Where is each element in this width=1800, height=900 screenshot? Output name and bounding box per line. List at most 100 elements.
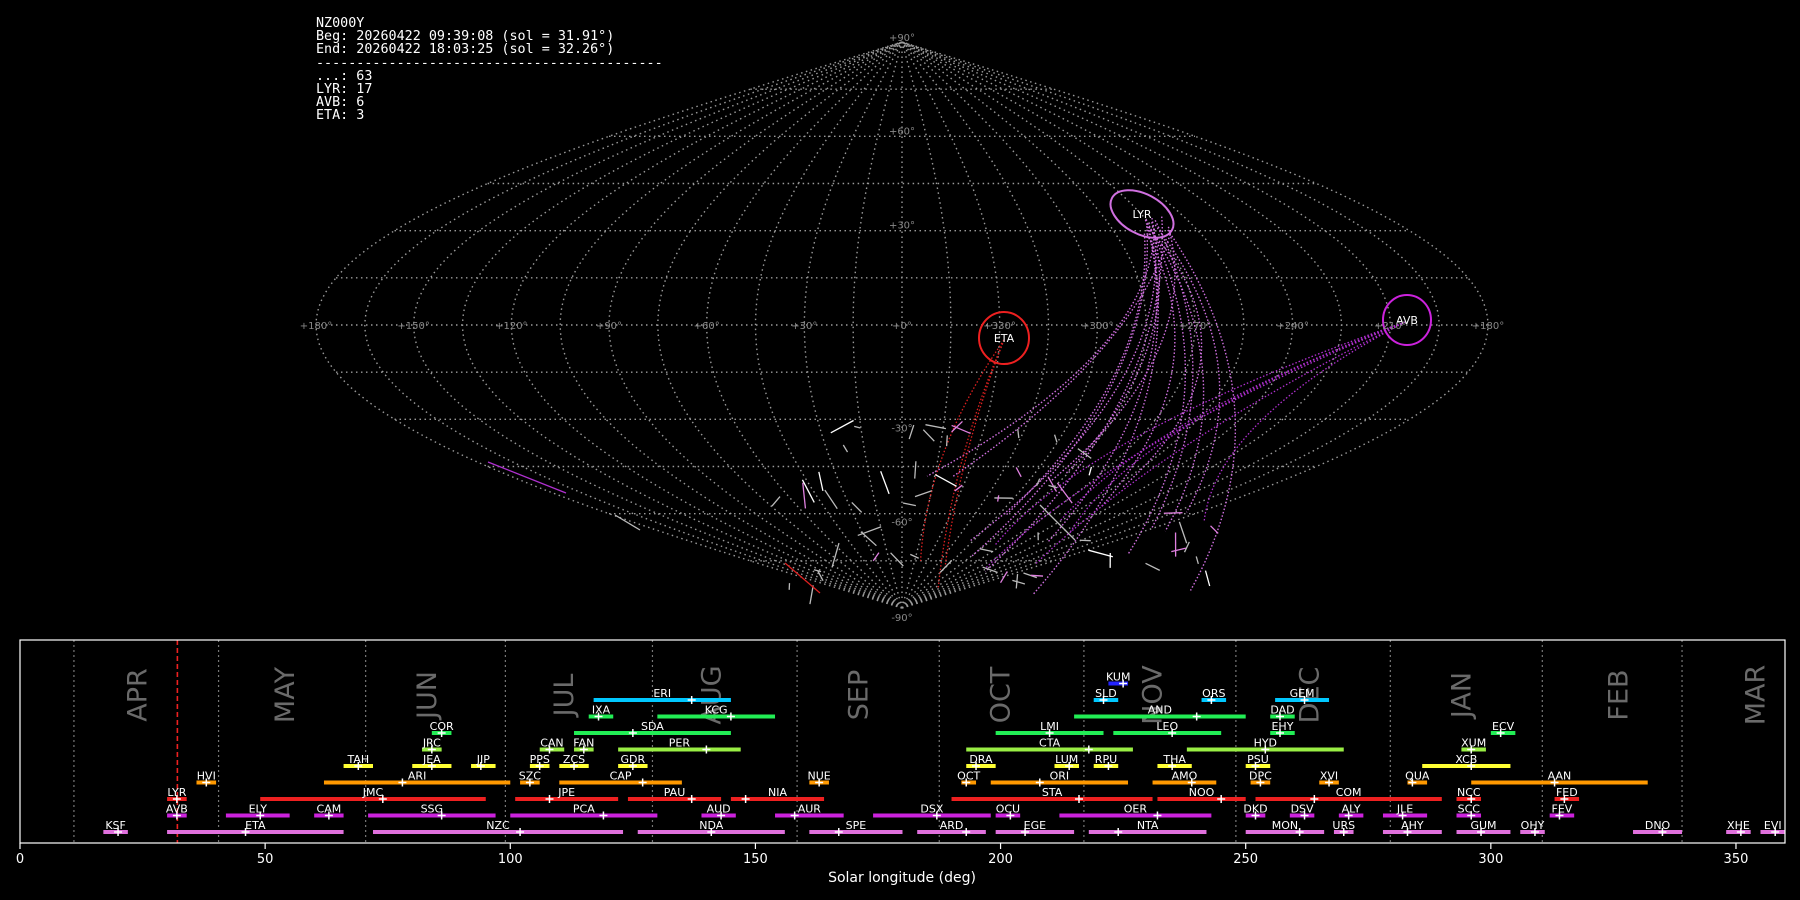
shower-label: OER — [1124, 803, 1148, 816]
sporadic-meteor — [818, 471, 824, 492]
shower-amo: AMO — [1152, 770, 1217, 787]
shower-dsx: DSX — [873, 803, 991, 820]
x-tick-label: 200 — [988, 852, 1013, 867]
x-tick-label: 150 — [743, 852, 768, 867]
shower-mon: MON — [1245, 819, 1325, 836]
shower-label: JEA — [422, 753, 441, 766]
shower-gum: GUM — [1456, 819, 1511, 836]
shower-cta: CTA — [966, 737, 1133, 754]
shower-jpe: JPE — [515, 786, 619, 803]
shower-ksf: KSF — [103, 819, 128, 836]
shower-label: FED — [1556, 786, 1578, 799]
shower-label: HYD — [1254, 737, 1277, 750]
shower-kum: KUM — [1106, 671, 1130, 688]
shower-nia: NIA — [730, 786, 825, 803]
month-label: MAR — [1741, 665, 1772, 726]
meteor-trail — [1032, 223, 1159, 595]
shower-label: LEO — [1156, 720, 1178, 733]
sporadic-meteor — [771, 496, 781, 507]
month-label: JUL — [549, 674, 580, 719]
shower-label: PSU — [1247, 753, 1269, 766]
shower-leo: LEO — [1113, 720, 1222, 737]
shower-ecv: ECV — [1490, 720, 1516, 737]
shower-label: TAH — [346, 753, 369, 766]
shower-ohy: OHY — [1520, 819, 1545, 836]
shower-lyr: LYR — [167, 786, 187, 803]
shower-label: DSX — [920, 803, 943, 816]
shower-label: QUA — [1405, 770, 1430, 783]
sporadic-meteor — [1030, 574, 1044, 577]
sporadic-meteor — [1183, 541, 1190, 553]
shower-label: DKD — [1243, 803, 1267, 816]
shower-label: JIP — [476, 753, 490, 766]
sporadic-meteor — [851, 501, 863, 513]
shower-kcg: KCG — [657, 704, 776, 721]
sporadic-meteor — [1163, 512, 1183, 514]
shower-fan: FAN — [573, 737, 594, 754]
sporadic-meteor — [1204, 570, 1211, 587]
shower-label: AUD — [707, 803, 731, 816]
shower-label: JMC — [362, 786, 384, 799]
shower-ari: ARI — [323, 770, 511, 787]
lon-tick-label: +60° — [694, 321, 720, 332]
shower-fed: FED — [1554, 786, 1580, 803]
sporadic-meteor — [1145, 562, 1161, 571]
sporadic-meteor — [914, 461, 917, 479]
sporadic-meteor — [1047, 476, 1058, 492]
lon-tick-label: +300° — [1081, 321, 1113, 332]
shower-rpu: RPU — [1093, 753, 1119, 770]
shower-tha: THA — [1157, 753, 1192, 770]
shower-ssg: SSG — [368, 803, 496, 820]
shower-ocu: OCU — [995, 803, 1021, 820]
month-label: MAY — [270, 666, 301, 723]
sporadic-meteor — [997, 495, 1000, 502]
shower-nue: NUE — [808, 770, 831, 787]
meteor-trail — [1046, 219, 1158, 544]
shower-hvi: HVI — [196, 770, 217, 787]
meteor-trail — [984, 321, 1406, 570]
shower-label: ALY — [1342, 803, 1361, 816]
lon-tick-label: +150° — [397, 321, 429, 332]
shower-sta: STA — [951, 786, 1153, 803]
shower-xhe: XHE — [1726, 819, 1751, 836]
meteor-trail — [1127, 219, 1187, 556]
lat-tick-label: +90° — [889, 33, 915, 44]
shower-cam: CAM — [314, 803, 344, 820]
shower-evi: EVI — [1760, 819, 1785, 836]
shower-label: PAU — [664, 786, 686, 799]
x-axis: 0 50 100 150 200 250 300 350 — [16, 843, 1748, 867]
x-tick-label: 300 — [1478, 852, 1503, 867]
lon-tick-label: +120° — [495, 321, 527, 332]
meteor-trail — [944, 339, 1005, 570]
shower-label: SLD — [1095, 687, 1117, 700]
shower-label: PCA — [573, 803, 595, 816]
meteor-trail — [1122, 229, 1203, 488]
shower-label: KUM — [1106, 671, 1130, 684]
meteor-trail — [1034, 321, 1406, 566]
sporadic-meteor — [1088, 466, 1093, 476]
shower-label: RPU — [1095, 753, 1117, 766]
shower-pau: PAU — [627, 786, 722, 803]
shower-label: JRC — [422, 737, 441, 750]
shower-label: COR — [430, 720, 454, 733]
shower-label: GEM — [1290, 687, 1315, 700]
shower-label: LMI — [1040, 720, 1059, 733]
sporadic-meteor — [1015, 467, 1022, 478]
shower-eta: ETA — [167, 819, 344, 836]
shower-label: AMO — [1172, 770, 1198, 783]
shower-ahy: AHY — [1382, 819, 1442, 836]
shower-label: JPE — [557, 786, 575, 799]
shower-gdr: GDR — [618, 753, 648, 770]
shower-fev: FEV — [1549, 803, 1575, 820]
shower-label: CAP — [610, 770, 632, 783]
sporadic-meteor — [880, 471, 890, 495]
shower-urs: URS — [1332, 819, 1355, 836]
shower-label: SSG — [421, 803, 444, 816]
sporadic-meteor — [1195, 556, 1199, 565]
sporadic-meteor — [809, 585, 814, 605]
shower-cor: COR — [430, 720, 454, 737]
shower-bars: KSF ETA NZC NDA SPE ARD EGE NTA MON URS AHY GUM OHY D… — [103, 671, 1785, 836]
x-tick-label: 100 — [498, 852, 523, 867]
shower-label: PPS — [530, 753, 550, 766]
shower-label: DRA — [969, 753, 993, 766]
